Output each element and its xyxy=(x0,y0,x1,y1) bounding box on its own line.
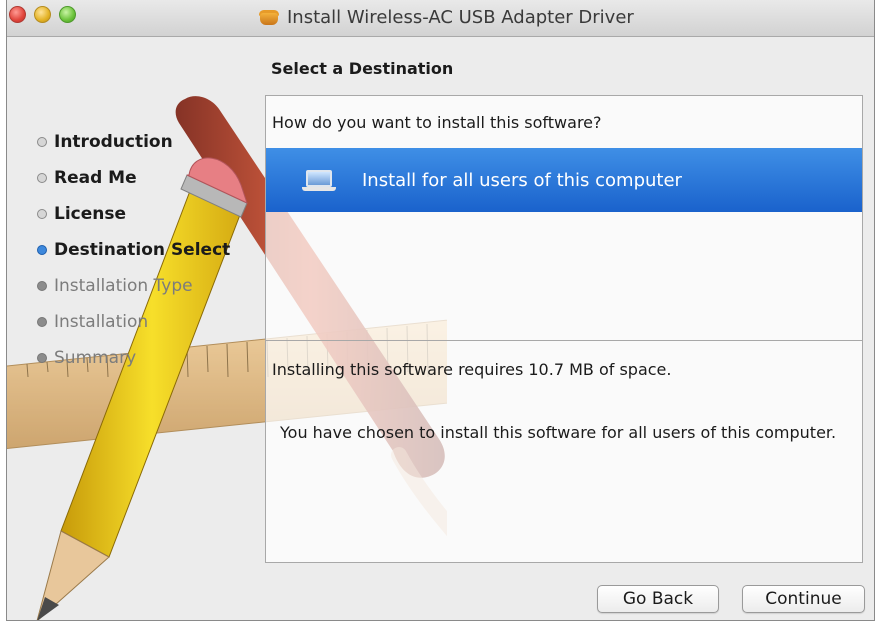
package-icon xyxy=(259,9,279,25)
step-license: License xyxy=(37,196,277,232)
step-label: Introduction xyxy=(54,132,173,152)
continue-button[interactable]: Continue xyxy=(742,585,865,613)
installer-window: Install Wireless-AC USB Adapter Driver I… xyxy=(6,0,875,621)
step-destination-select: Destination Select xyxy=(37,232,277,268)
step-installation-type: Installation Type xyxy=(37,268,277,304)
step-summary: Summary xyxy=(37,340,277,376)
step-status-dot xyxy=(37,353,47,363)
go-back-button[interactable]: Go Back xyxy=(597,585,719,613)
install-question: How do you want to install this software… xyxy=(272,113,602,132)
step-status-dot xyxy=(37,173,47,183)
window-title-group: Install Wireless-AC USB Adapter Driver xyxy=(259,5,634,29)
installer-steps: Introduction Read Me License Destination… xyxy=(37,124,277,376)
title-bar[interactable]: Install Wireless-AC USB Adapter Driver xyxy=(7,0,874,37)
install-for-all-users-option[interactable]: Install for all users of this computer xyxy=(266,148,862,212)
space-requirement: Installing this software requires 10.7 M… xyxy=(272,360,672,379)
installer-content: Introduction Read Me License Destination… xyxy=(7,37,874,620)
computer-icon xyxy=(302,170,336,192)
step-installation: Installation xyxy=(37,304,277,340)
step-label: Summary xyxy=(54,348,137,368)
step-status-dot xyxy=(37,209,47,219)
step-status-dot xyxy=(37,245,47,255)
step-label: Installation Type xyxy=(54,276,193,296)
page-title: Select a Destination xyxy=(271,59,454,78)
step-status-dot xyxy=(37,281,47,291)
panel-divider xyxy=(266,340,862,341)
step-read-me: Read Me xyxy=(37,160,277,196)
option-label: Install for all users of this computer xyxy=(362,170,682,191)
close-window-button[interactable] xyxy=(9,6,26,23)
step-label: Read Me xyxy=(54,168,137,188)
window-title: Install Wireless-AC USB Adapter Driver xyxy=(287,6,634,28)
step-label: License xyxy=(54,204,127,224)
step-label: Installation xyxy=(54,312,149,332)
zoom-window-button[interactable] xyxy=(59,6,76,23)
step-status-dot xyxy=(37,317,47,327)
destination-panel: How do you want to install this software… xyxy=(265,95,863,563)
choice-description: You have chosen to install this software… xyxy=(280,423,837,442)
minimize-window-button[interactable] xyxy=(34,6,51,23)
step-introduction: Introduction xyxy=(37,124,277,160)
step-label: Destination Select xyxy=(54,240,231,260)
step-status-dot xyxy=(37,137,47,147)
